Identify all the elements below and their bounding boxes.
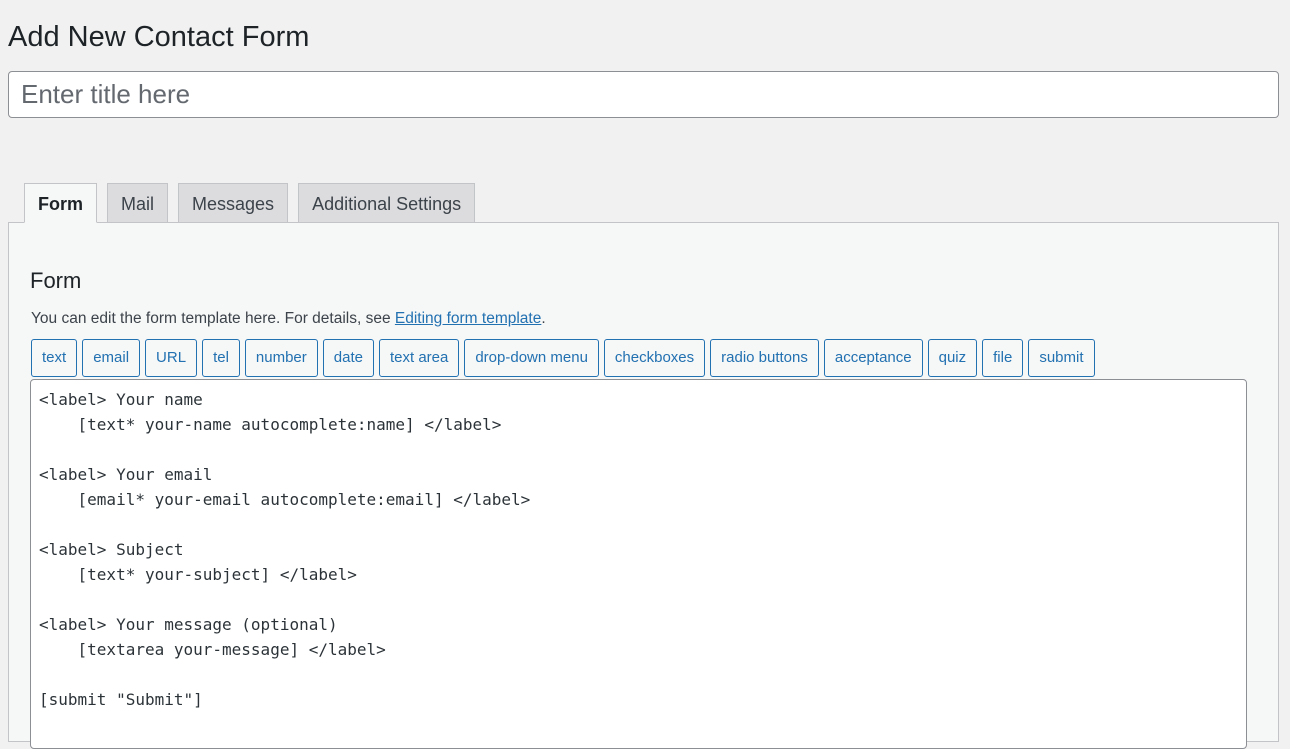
tag-button-url[interactable]: URL	[145, 339, 198, 377]
tag-button-submit[interactable]: submit	[1028, 339, 1095, 377]
tag-button-acceptance[interactable]: acceptance	[823, 339, 923, 377]
tag-button-file[interactable]: file	[982, 339, 1024, 377]
tag-button-textarea[interactable]: text area	[378, 339, 460, 377]
editor-tabs: Form Mail Messages Additional Settings	[24, 183, 476, 223]
form-panel-description: You can edit the form template here. For…	[31, 310, 546, 328]
tab-mail[interactable]: Mail	[107, 183, 169, 223]
tag-button-quiz[interactable]: quiz	[927, 339, 978, 377]
page-title: Add New Contact Form	[8, 21, 310, 53]
editing-form-template-link[interactable]: Editing form template	[395, 310, 541, 327]
tag-button-dropdown-menu[interactable]: drop-down menu	[464, 339, 599, 377]
tab-additional-settings[interactable]: Additional Settings	[298, 183, 476, 223]
description-suffix: .	[541, 310, 546, 327]
tag-button-date[interactable]: date	[322, 339, 374, 377]
tag-generator-buttons: text email URL tel number date text area…	[31, 339, 1095, 377]
form-panel-heading: Form	[30, 268, 82, 293]
title-input[interactable]	[8, 71, 1279, 118]
tab-form[interactable]: Form	[24, 183, 97, 223]
tag-button-text[interactable]: text	[31, 339, 78, 377]
tab-messages[interactable]: Messages	[178, 183, 289, 223]
tag-button-radio-buttons[interactable]: radio buttons	[710, 339, 819, 377]
tag-button-email[interactable]: email	[82, 339, 141, 377]
description-text: You can edit the form template here. For…	[31, 310, 395, 327]
form-template-editor[interactable]: <label> Your name [text* your-name autoc…	[30, 379, 1247, 749]
tag-button-number[interactable]: number	[244, 339, 318, 377]
form-panel: Form You can edit the form template here…	[8, 222, 1279, 749]
tag-button-tel[interactable]: tel	[202, 339, 240, 377]
tag-button-checkboxes[interactable]: checkboxes	[603, 339, 706, 377]
